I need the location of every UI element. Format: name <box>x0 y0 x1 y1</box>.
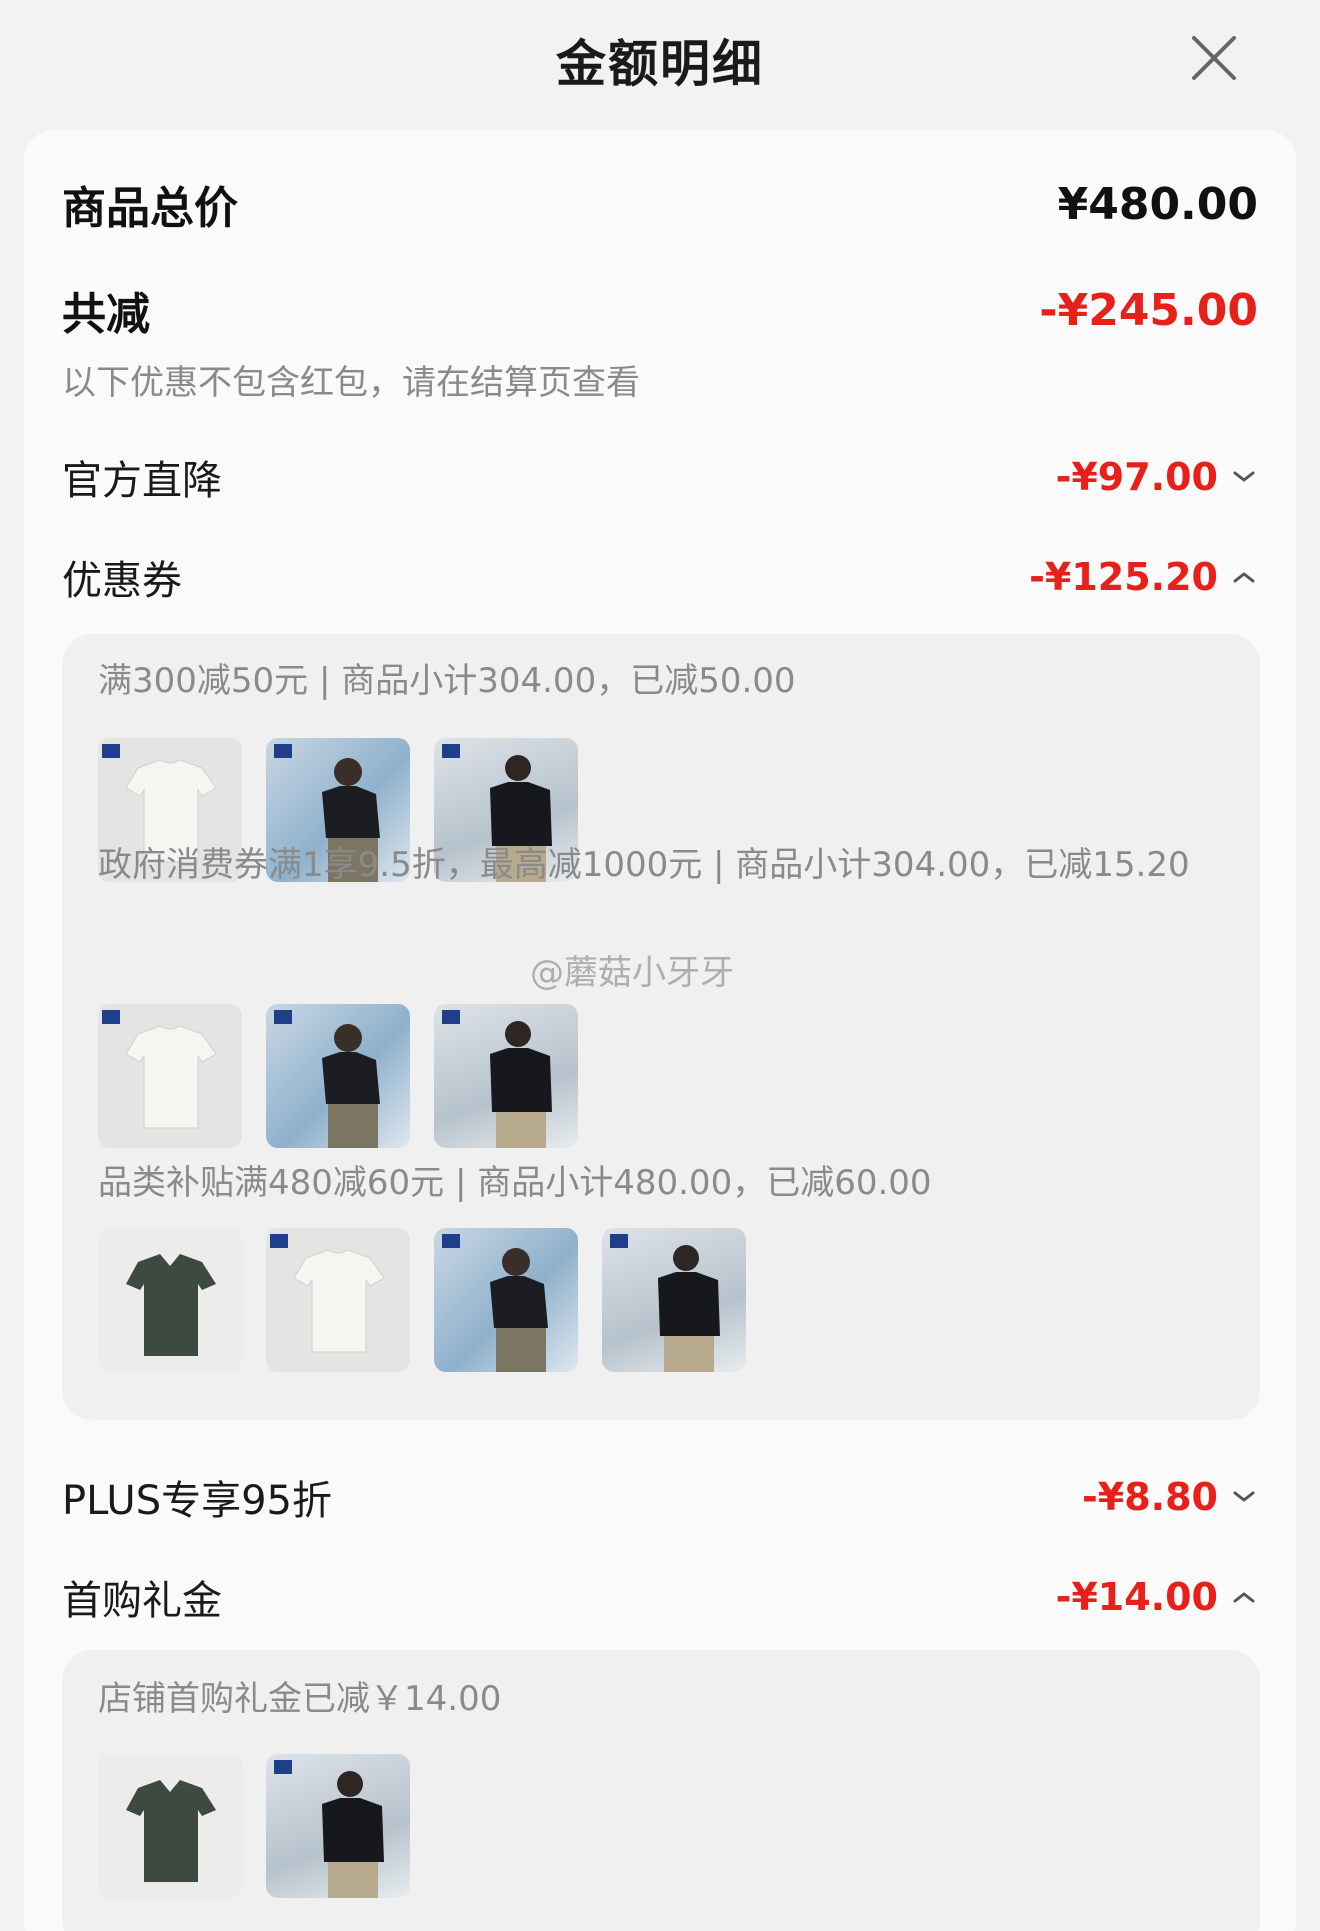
coupon-detail-panel: 满300减50元 | 商品小计304.00，已减50.00 政府消费券满1享9.… <box>62 634 1260 1420</box>
discount-row: 共减 -¥245.00 <box>62 278 1258 342</box>
coupon-detail-text-1: 满300减50元 | 商品小计304.00，已减50.00 <box>98 661 796 701</box>
chevron-up-icon[interactable] <box>1230 563 1258 591</box>
firstbuy-amount: -¥14.00 <box>1055 1575 1218 1619</box>
amount-detail-sheet: 金额明细 商品总价 ¥480.00 共减 -¥245.00 以下优惠不包含红包，… <box>0 0 1320 1931</box>
discount-label: 共减 <box>62 289 150 340</box>
product-thumb[interactable] <box>266 1004 410 1148</box>
product-thumb[interactable] <box>98 1228 242 1372</box>
firstbuy-detail-panel: 店铺首购礼金已减￥14.00 <box>62 1650 1260 1931</box>
firstbuy-thumbs <box>98 1754 410 1898</box>
discount-amount: -¥245.00 <box>1039 284 1258 336</box>
total-label: 商品总价 <box>62 183 238 234</box>
plus-amount-wrap: -¥8.80 <box>1082 1475 1258 1519</box>
product-thumb[interactable] <box>98 1004 242 1148</box>
coupon-detail-text-2: 政府消费券满1享9.5折，最高减1000元 | 商品小计304.00，已减15.… <box>98 845 1190 885</box>
plus-discount-row[interactable]: PLUS专享95折 -¥8.80 <box>62 1468 1258 1526</box>
close-icon[interactable] <box>1186 30 1242 86</box>
chevron-down-icon[interactable] <box>1230 463 1258 491</box>
coupon-amount-wrap: -¥125.20 <box>1029 555 1258 599</box>
discount-note: 以下优惠不包含红包，请在结算页查看 <box>62 363 640 403</box>
official-discount-row[interactable]: 官方直降 -¥97.00 <box>62 448 1258 506</box>
coupon-detail-text-3: 品类补贴满480减60元 | 商品小计480.00，已减60.00 <box>98 1163 932 1203</box>
official-amount-wrap: -¥97.00 <box>1056 455 1258 499</box>
firstbuy-detail-text: 店铺首购礼金已减￥14.00 <box>98 1679 502 1719</box>
sheet-title: 金额明细 <box>556 35 764 93</box>
product-thumb[interactable] <box>434 1004 578 1148</box>
product-thumb[interactable] <box>98 1754 242 1898</box>
coupon-row[interactable]: 优惠券 -¥125.20 <box>62 548 1258 606</box>
product-thumb[interactable] <box>266 1228 410 1372</box>
firstbuy-amount-wrap: -¥14.00 <box>1056 1575 1258 1619</box>
total-amount: ¥480.00 <box>1057 178 1258 230</box>
watermark: @蘑菇小牙牙 <box>530 953 734 993</box>
coupon-thumbs-2 <box>98 1004 578 1148</box>
official-label: 官方直降 <box>62 458 222 504</box>
firstbuy-label: 首购礼金 <box>62 1578 222 1624</box>
plus-amount: -¥8.80 <box>1082 1475 1218 1519</box>
chevron-down-icon[interactable] <box>1230 1483 1258 1511</box>
official-amount: -¥97.00 <box>1055 455 1218 499</box>
product-thumb[interactable] <box>434 1228 578 1372</box>
plus-label: PLUS专享95折 <box>62 1478 332 1524</box>
total-row: 商品总价 ¥480.00 <box>62 172 1258 236</box>
coupon-thumbs-3 <box>98 1228 746 1372</box>
product-thumb[interactable] <box>266 1754 410 1898</box>
amount-card: 商品总价 ¥480.00 共减 -¥245.00 以下优惠不包含红包，请在结算页… <box>24 130 1296 1931</box>
product-thumb[interactable] <box>602 1228 746 1372</box>
firstbuy-row[interactable]: 首购礼金 -¥14.00 <box>62 1568 1258 1626</box>
sheet-header: 金额明细 <box>0 0 1320 130</box>
coupon-amount: -¥125.20 <box>1029 555 1218 599</box>
coupon-label: 优惠券 <box>62 558 182 604</box>
chevron-up-icon[interactable] <box>1230 1583 1258 1611</box>
